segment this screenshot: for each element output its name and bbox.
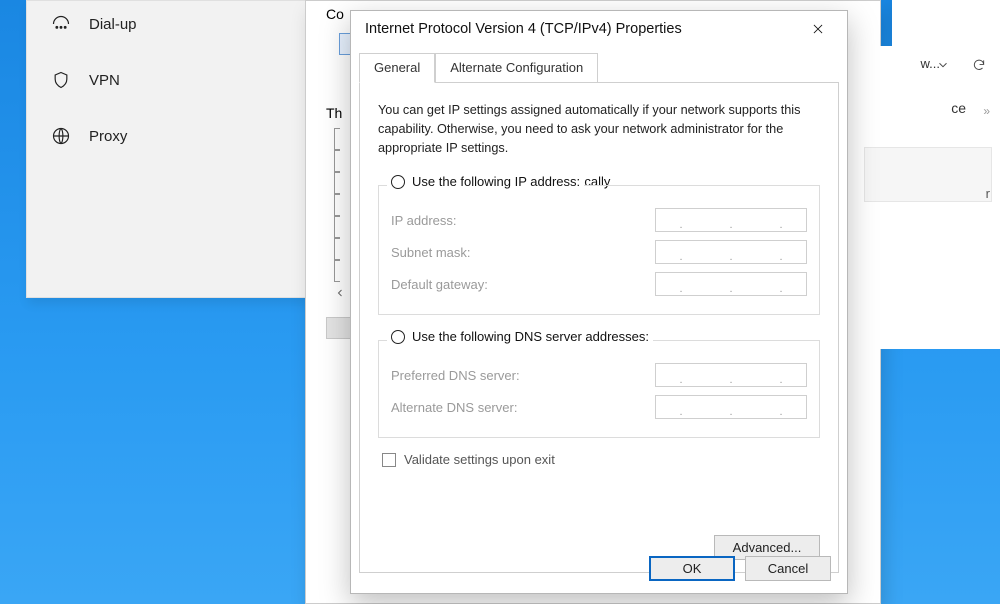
input-ip-address[interactable]: ...	[655, 208, 807, 232]
radio-icon[interactable]	[391, 175, 405, 189]
ip-manual-fieldset: Use the following IP address: IP address…	[378, 185, 820, 315]
dialog-title: Internet Protocol Version 4 (TCP/IPv4) P…	[365, 21, 682, 37]
tab-strip: General Alternate Configuration	[359, 53, 839, 83]
left-arrow-icon[interactable]	[334, 287, 346, 299]
sidebar-item-vpn[interactable]: VPN	[27, 57, 307, 103]
sidebar-item-label: Proxy	[89, 128, 127, 145]
sidebar-item-proxy[interactable]: Proxy	[27, 113, 307, 159]
label-default-gateway: Default gateway:	[391, 277, 488, 292]
shield-icon	[51, 70, 71, 90]
radio-use-following-dns[interactable]: Use the following DNS server addresses:	[412, 329, 649, 344]
label-alternate-dns: Alternate DNS server:	[391, 400, 517, 415]
label-preferred-dns: Preferred DNS server:	[391, 368, 520, 383]
label-subnet-mask: Subnet mask:	[391, 245, 471, 260]
partial-text: Co	[326, 6, 344, 22]
description-text: You can get IP settings assigned automat…	[378, 101, 820, 158]
sidebar-item-label: Dial-up	[89, 16, 137, 33]
protocol-list-edge	[334, 128, 340, 293]
cancel-button[interactable]: Cancel	[745, 556, 831, 581]
settings-sidebar: Dial-up VPN Proxy	[26, 0, 308, 298]
partial-text: Th	[326, 105, 342, 121]
input-alternate-dns[interactable]: ...	[655, 395, 807, 419]
partial-text: r	[986, 186, 990, 201]
obscured-panel	[864, 147, 992, 202]
partial-text: ce	[951, 100, 966, 116]
label-ip-address: IP address:	[391, 213, 457, 228]
dialog-button-row: OK Cancel	[649, 556, 831, 581]
checkbox-label: Validate settings upon exit	[404, 452, 555, 467]
sidebar-item-label: VPN	[89, 72, 120, 89]
ok-button[interactable]: OK	[649, 556, 735, 581]
tab-panel-general: You can get IP settings assigned automat…	[359, 83, 839, 573]
tab-alternate-configuration[interactable]: Alternate Configuration	[435, 53, 598, 83]
refresh-icon[interactable]	[966, 52, 992, 78]
tab-general[interactable]: General	[359, 53, 435, 83]
chevron-overflow-icon[interactable]: »	[983, 104, 990, 118]
input-preferred-dns[interactable]: ...	[655, 363, 807, 387]
input-subnet-mask[interactable]: ...	[655, 240, 807, 264]
dialog-titlebar: Internet Protocol Version 4 (TCP/IPv4) P…	[351, 11, 847, 47]
sidebar-item-dialup[interactable]: Dial-up	[27, 1, 307, 47]
checkbox-validate-settings[interactable]	[382, 453, 396, 467]
close-button[interactable]	[803, 14, 833, 44]
dns-manual-fieldset: Use the following DNS server addresses: …	[378, 340, 820, 438]
radio-icon[interactable]	[391, 330, 405, 344]
radio-use-following-ip[interactable]: Use the following IP address:	[412, 174, 580, 189]
ipv4-properties-dialog: Internet Protocol Version 4 (TCP/IPv4) P…	[350, 10, 848, 594]
dialup-icon	[51, 14, 71, 34]
input-default-gateway[interactable]: ...	[655, 272, 807, 296]
chevron-down-icon[interactable]	[930, 52, 956, 78]
globe-icon	[51, 126, 71, 146]
